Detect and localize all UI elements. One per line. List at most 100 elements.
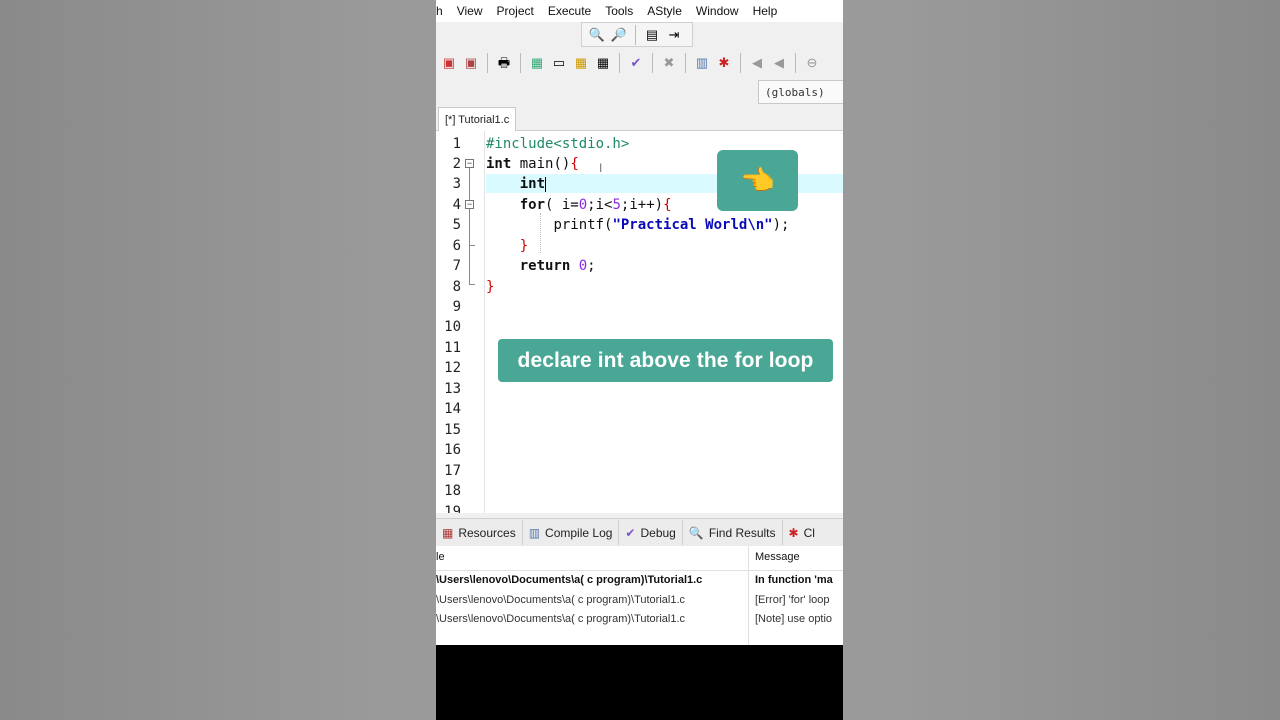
toolbar-separator	[619, 53, 620, 73]
bottom-panel-tabs: ▦ Resources ▥ Compile Log ✔ Debug 🔍 Find Res…	[436, 518, 843, 546]
goto-function-icon[interactable]: ⇥	[665, 26, 683, 44]
code-line-8: }	[486, 277, 494, 297]
fold-toggle-icon[interactable]: −	[465, 159, 474, 168]
code-line-1: #include<stdio.h>	[486, 134, 629, 154]
menu-item-help[interactable]: Help	[753, 4, 778, 18]
toolbar-separator	[652, 53, 653, 73]
fold-line	[469, 168, 470, 200]
mouse-ibeam-icon: I	[599, 161, 603, 175]
code-token: i=	[561, 197, 579, 213]
brace: {	[570, 156, 579, 172]
line-number: 16	[444, 442, 461, 458]
code-line-6: }	[486, 236, 528, 256]
number-literal: 5	[612, 197, 621, 213]
profile-icon[interactable]: ▥	[693, 54, 711, 72]
find-icon[interactable]: 🔍	[588, 26, 606, 44]
fold-line	[469, 209, 470, 284]
code-line-2: int main(){	[486, 154, 579, 174]
fold-toggle-icon[interactable]: −	[465, 200, 474, 209]
fold-end-mark	[469, 245, 475, 246]
dev-cpp-window: h View Project Execute Tools AStyle Wind…	[436, 0, 843, 645]
table-row[interactable]: \Users\lenovo\Documents\a( c program)\Tu…	[436, 570, 843, 590]
debug-icon[interactable]: ✱	[715, 54, 733, 72]
toolbar-separator	[487, 53, 488, 73]
header-file[interactable]: le	[436, 551, 748, 563]
line-number: 7	[452, 258, 461, 274]
menu-item-execute[interactable]: Execute	[548, 4, 591, 18]
rebuild-all-icon[interactable]: ▦	[594, 54, 612, 72]
code-line-4: for( i=0;i<5;i++){	[486, 195, 672, 215]
line-number: 13	[444, 381, 461, 397]
compile-icon[interactable]: ▦	[528, 54, 546, 72]
main-toolbar: ▣ ▣ 🖶 ▦ ▭ ▦ ▦ ✔ ✖ ▥ ✱ ◀ ◀ ⊖	[436, 48, 843, 78]
code-token: ;i++)	[620, 197, 664, 213]
menu-item-window[interactable]: Window	[696, 4, 739, 18]
tab-debug[interactable]: ✔ Debug	[619, 520, 683, 545]
code-token: (	[545, 197, 562, 213]
tab-label: Debug	[640, 525, 676, 540]
menu-item-astyle[interactable]: AStyle	[647, 4, 682, 18]
fold-end-mark	[469, 284, 475, 285]
line-number: 5	[452, 217, 461, 233]
number-literal: 0	[578, 197, 588, 213]
line-number: 10	[444, 319, 461, 335]
keyword: return	[519, 258, 571, 274]
close-results-icon: ✱	[788, 525, 799, 540]
tab-compile-log[interactable]: ▥ Compile Log	[523, 520, 620, 545]
preprocessor-directive: #include<stdio.h>	[486, 136, 630, 152]
line-number: 17	[444, 463, 461, 479]
menu-bar: h View Project Execute Tools AStyle Wind…	[436, 0, 843, 22]
line-number: 18	[444, 483, 461, 499]
code-line-7: return 0;	[486, 256, 596, 276]
function-name: main()	[511, 156, 571, 172]
run-icon[interactable]: ▭	[550, 54, 568, 72]
letterbox-bottom	[436, 645, 843, 720]
line-number: 6	[452, 238, 461, 254]
stop-execution-icon[interactable]: ✖	[660, 54, 678, 72]
tab-close[interactable]: ✱ Cl	[783, 520, 821, 545]
code-token: ;i<	[587, 197, 613, 213]
bookmark-icon[interactable]: ⊖	[803, 54, 821, 72]
back-icon[interactable]: ◀	[748, 54, 766, 72]
line-number: 9	[452, 299, 461, 315]
row-file: \Users\lenovo\Documents\a( c program)\Tu…	[436, 613, 686, 625]
forward-icon[interactable]: ◀	[770, 54, 788, 72]
toolbar-separator	[740, 53, 741, 73]
close-file-icon[interactable]: ▣	[440, 54, 458, 72]
brace: }	[519, 238, 529, 254]
header-message[interactable]: Message	[755, 551, 843, 563]
tab-find-results[interactable]: 🔍 Find Results	[683, 520, 783, 545]
row-message: In function 'ma	[755, 574, 833, 586]
code-line-5: printf("Practical World\n");	[486, 215, 789, 235]
toolbar-separator	[795, 53, 796, 73]
pointing-hand-icon: 👈	[717, 150, 798, 211]
compiler-messages-table: le Message \Users\lenovo\Documents\a( c …	[436, 546, 843, 645]
line-number: 8	[452, 279, 461, 295]
menu-item-view[interactable]: View	[457, 4, 483, 18]
tab-tutorial1[interactable]: [*] Tutorial1.c	[438, 107, 517, 131]
print-icon[interactable]: 🖶	[495, 54, 513, 72]
menu-item-search[interactable]: h	[436, 4, 443, 18]
toolbar-separator	[520, 53, 521, 73]
menu-item-project[interactable]: Project	[496, 4, 533, 18]
menu-item-tools[interactable]: Tools	[605, 4, 633, 18]
table-row[interactable]: \Users\lenovo\Documents\a( c program)\Tu…	[436, 609, 843, 629]
scope-select[interactable]: (globals)	[758, 80, 843, 104]
tutorial-caption: declare int above the for loop	[498, 339, 833, 382]
compile-run-icon[interactable]: ▦	[572, 54, 590, 72]
table-row[interactable]: \Users\lenovo\Documents\a( c program)\Tu…	[436, 590, 843, 610]
keyword: for	[519, 197, 546, 213]
line-number: 2	[452, 156, 461, 172]
tab-label: Resources	[458, 525, 516, 540]
text-cursor	[545, 176, 547, 192]
code-token: ;	[587, 258, 596, 274]
line-number: 14	[444, 401, 461, 417]
close-all-icon[interactable]: ▣	[462, 54, 480, 72]
editor-tabs: [*] Tutorial1.c	[436, 105, 843, 131]
goto-line-icon[interactable]: ▤	[643, 26, 661, 44]
syntax-check-icon[interactable]: ✔	[627, 54, 645, 72]
string-literal: "Practical World\n"	[612, 217, 773, 233]
find-next-icon[interactable]: 🔎	[610, 26, 628, 44]
tab-resources[interactable]: ▦ Resources	[436, 520, 523, 545]
find-results-icon: 🔍	[688, 525, 704, 540]
